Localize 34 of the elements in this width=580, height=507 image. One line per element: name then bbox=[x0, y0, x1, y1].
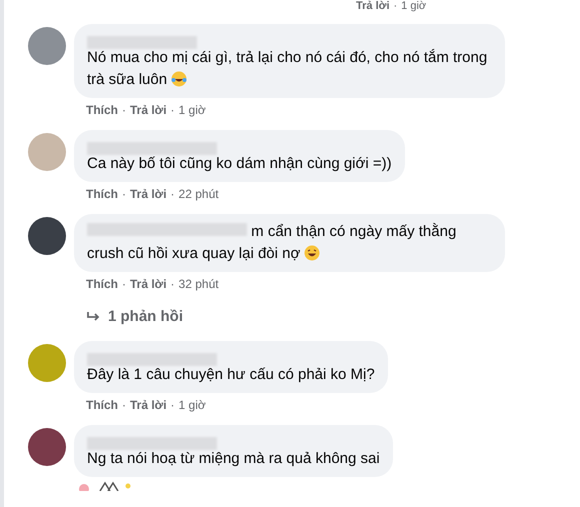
separator-dot: · bbox=[170, 396, 175, 414]
comment-time: 1 giờ bbox=[178, 102, 206, 119]
comment-time: 22 phút bbox=[178, 186, 219, 203]
comment-time: 1 giờ bbox=[401, 0, 426, 12]
separator-dot: · bbox=[170, 186, 175, 203]
laughing-emoji-icon bbox=[171, 71, 188, 87]
comment-text: Ng ta nói hoạ từ miệng mà ra quả không sai bbox=[87, 448, 380, 468]
like-link[interactable]: Thích bbox=[86, 185, 118, 203]
like-link[interactable]: Thích bbox=[86, 101, 118, 119]
reply-link[interactable]: Trả lời bbox=[130, 275, 167, 293]
comment-text: m cẩn thận có ngày mấy thằng crush cũ hồi xưa quay lại đòi nợ bbox=[87, 222, 458, 264]
comment-text: Nó mua cho mị cái gì, trả lại cho nó cái đó, cho nó tắm trong trà sữa luôn bbox=[87, 48, 488, 90]
reply-link[interactable]: Trả lời bbox=[130, 101, 167, 119]
comment-text: Đây là 1 câu chuyện hư cấu có phải ko Mị? bbox=[87, 364, 375, 384]
reply-link[interactable]: Trả lời bbox=[130, 185, 167, 203]
reply-arrow-icon bbox=[86, 311, 100, 324]
view-replies-link[interactable]: 1 phản hồi bbox=[86, 306, 580, 328]
like-link[interactable]: Thích bbox=[86, 396, 118, 414]
like-link[interactable]: Thích bbox=[86, 275, 118, 293]
avatar[interactable] bbox=[28, 217, 66, 255]
reply-link[interactable]: Trả lời bbox=[130, 396, 167, 414]
avatar[interactable] bbox=[28, 428, 66, 466]
separator-dot: · bbox=[122, 276, 126, 293]
grinning-emoji-icon bbox=[304, 245, 320, 261]
reply-link[interactable]: Trả lời bbox=[356, 0, 390, 12]
comment-text: Ca này bố tôi cũng ko dám nhận cùng giới =)) bbox=[87, 154, 392, 174]
separator-dot: · bbox=[122, 102, 126, 119]
separator-dot: · bbox=[122, 186, 126, 203]
comment-time: 32 phút bbox=[178, 276, 219, 293]
separator-dot: · bbox=[170, 276, 175, 293]
comment-time: 1 giờ bbox=[178, 396, 206, 414]
separator-dot: · bbox=[170, 102, 175, 119]
separator-dot: · bbox=[394, 0, 398, 12]
separator-dot: · bbox=[122, 396, 126, 414]
